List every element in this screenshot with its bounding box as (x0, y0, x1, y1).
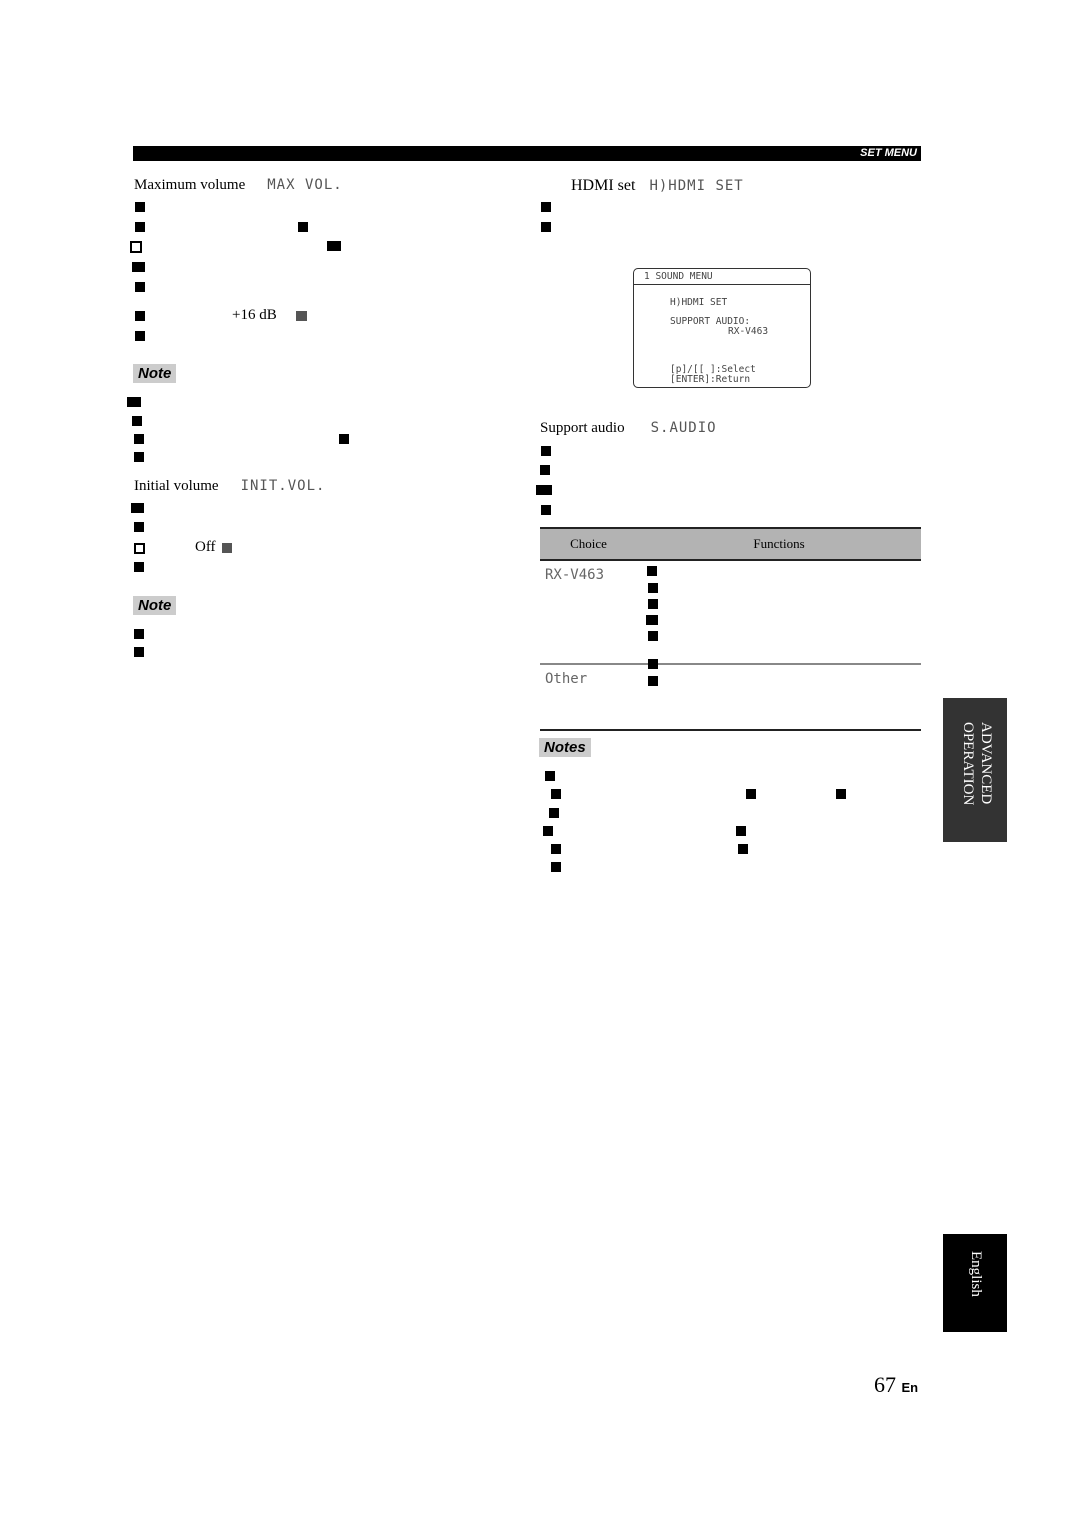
note-label: Note (133, 596, 177, 615)
notes-label: Notes (539, 738, 591, 757)
max-volume-value: +16 dB (232, 307, 277, 323)
missing-glyph-icon (135, 282, 145, 292)
tab-text-line: ADVANCED (978, 722, 994, 805)
missing-glyph-icon (134, 647, 144, 657)
language-tab: English (943, 1234, 1007, 1332)
missing-glyph-icon (646, 615, 658, 625)
initial-volume-heading: Initial volume INIT.VOL. (134, 478, 325, 495)
missing-glyph-icon (551, 789, 561, 799)
support-audio-heading: Support audio S.AUDIO (540, 420, 717, 437)
table-row: Other (540, 663, 921, 730)
page-number: 67 En (874, 1372, 918, 1398)
missing-glyph-icon (551, 862, 561, 872)
missing-glyph-icon (648, 676, 658, 686)
missing-glyph-icon (134, 452, 144, 462)
missing-glyph-icon (222, 543, 232, 553)
choice-cell: RX-V463 (545, 567, 605, 583)
missing-glyph-icon (648, 659, 658, 669)
header-bar: SET MENU (133, 146, 921, 161)
missing-glyph-icon (132, 262, 145, 272)
missing-glyph-icon (298, 222, 308, 232)
screen-header: 1 SOUND MENU (634, 269, 810, 285)
missing-glyph-icon (135, 222, 145, 232)
manual-page: SET MENU Maximum volume MAX VOL. +16 dB N… (0, 0, 1080, 1528)
page-lang-code: En (901, 1380, 919, 1395)
column-header-functions: Functions (637, 528, 921, 561)
missing-glyph-icon (648, 599, 658, 609)
missing-glyph-icon (746, 789, 756, 799)
missing-glyph-icon (132, 416, 142, 426)
missing-glyph-icon (836, 789, 846, 799)
choice-cell: Other (540, 663, 637, 730)
support-audio-lcd: S.AUDIO (650, 420, 717, 436)
missing-glyph-icon (134, 434, 144, 444)
tab-text-line: OPERATION (960, 722, 976, 806)
max-volume-heading: Maximum volume MAX VOL. (134, 177, 343, 194)
section-label: SET MENU (860, 147, 917, 159)
hdmi-set-lcd: H)HDMI SET (649, 178, 744, 194)
column-header-choice: Choice (540, 528, 637, 561)
missing-glyph-icon (543, 826, 553, 836)
language-tab-text: English (968, 1251, 984, 1297)
missing-glyph-icon (131, 503, 144, 513)
section-tab-advanced-operation: ADVANCED OPERATION (943, 698, 1007, 842)
missing-glyph-icon (540, 465, 550, 475)
initial-volume-value: Off (195, 539, 216, 555)
missing-glyph-icon (134, 522, 144, 532)
missing-glyph-icon (135, 331, 145, 341)
screen-line: H)HDMI SET (670, 297, 728, 308)
max-volume-lcd: MAX VOL. (267, 177, 343, 193)
page-number-value: 67 (874, 1372, 896, 1397)
missing-glyph-icon (541, 505, 551, 515)
missing-glyph-icon (339, 434, 349, 444)
note-label: Note (133, 364, 177, 383)
initial-volume-title: Initial volume (134, 478, 219, 494)
missing-glyph-icon (549, 808, 559, 818)
missing-glyph-icon (296, 311, 307, 321)
hdmi-set-title: HDMI set (571, 177, 636, 194)
support-audio-table: Choice Functions RX-V463 Other (540, 527, 921, 731)
screen-line: RX-V463 (728, 326, 769, 337)
missing-glyph-icon (647, 566, 657, 576)
missing-glyph-icon (130, 241, 142, 253)
missing-glyph-icon (134, 629, 144, 639)
initial-volume-lcd: INIT.VOL. (240, 478, 326, 494)
missing-glyph-icon (648, 631, 658, 641)
max-volume-title: Maximum volume (134, 177, 246, 193)
missing-glyph-icon (545, 771, 555, 781)
missing-glyph-icon (541, 202, 551, 212)
hdmi-set-heading: HDMI set H)HDMI SET (571, 177, 744, 195)
screen-line: [ENTER]:Return (670, 374, 751, 385)
osd-screen-illustration: 1 SOUND MENU H)HDMI SET SUPPORT AUDIO: R… (633, 268, 811, 388)
missing-glyph-icon (541, 446, 551, 456)
missing-glyph-icon (134, 543, 145, 554)
missing-glyph-icon (736, 826, 746, 836)
missing-glyph-icon (648, 583, 658, 593)
missing-glyph-icon (536, 485, 552, 495)
missing-glyph-icon (551, 844, 561, 854)
missing-glyph-icon (738, 844, 748, 854)
missing-glyph-icon (134, 562, 144, 572)
support-audio-title: Support audio (540, 420, 625, 436)
missing-glyph-icon (135, 311, 145, 321)
missing-glyph-icon (327, 241, 341, 251)
missing-glyph-icon (541, 222, 551, 232)
table-row: RX-V463 (540, 560, 921, 664)
missing-glyph-icon (127, 397, 141, 407)
missing-glyph-icon (135, 202, 145, 212)
